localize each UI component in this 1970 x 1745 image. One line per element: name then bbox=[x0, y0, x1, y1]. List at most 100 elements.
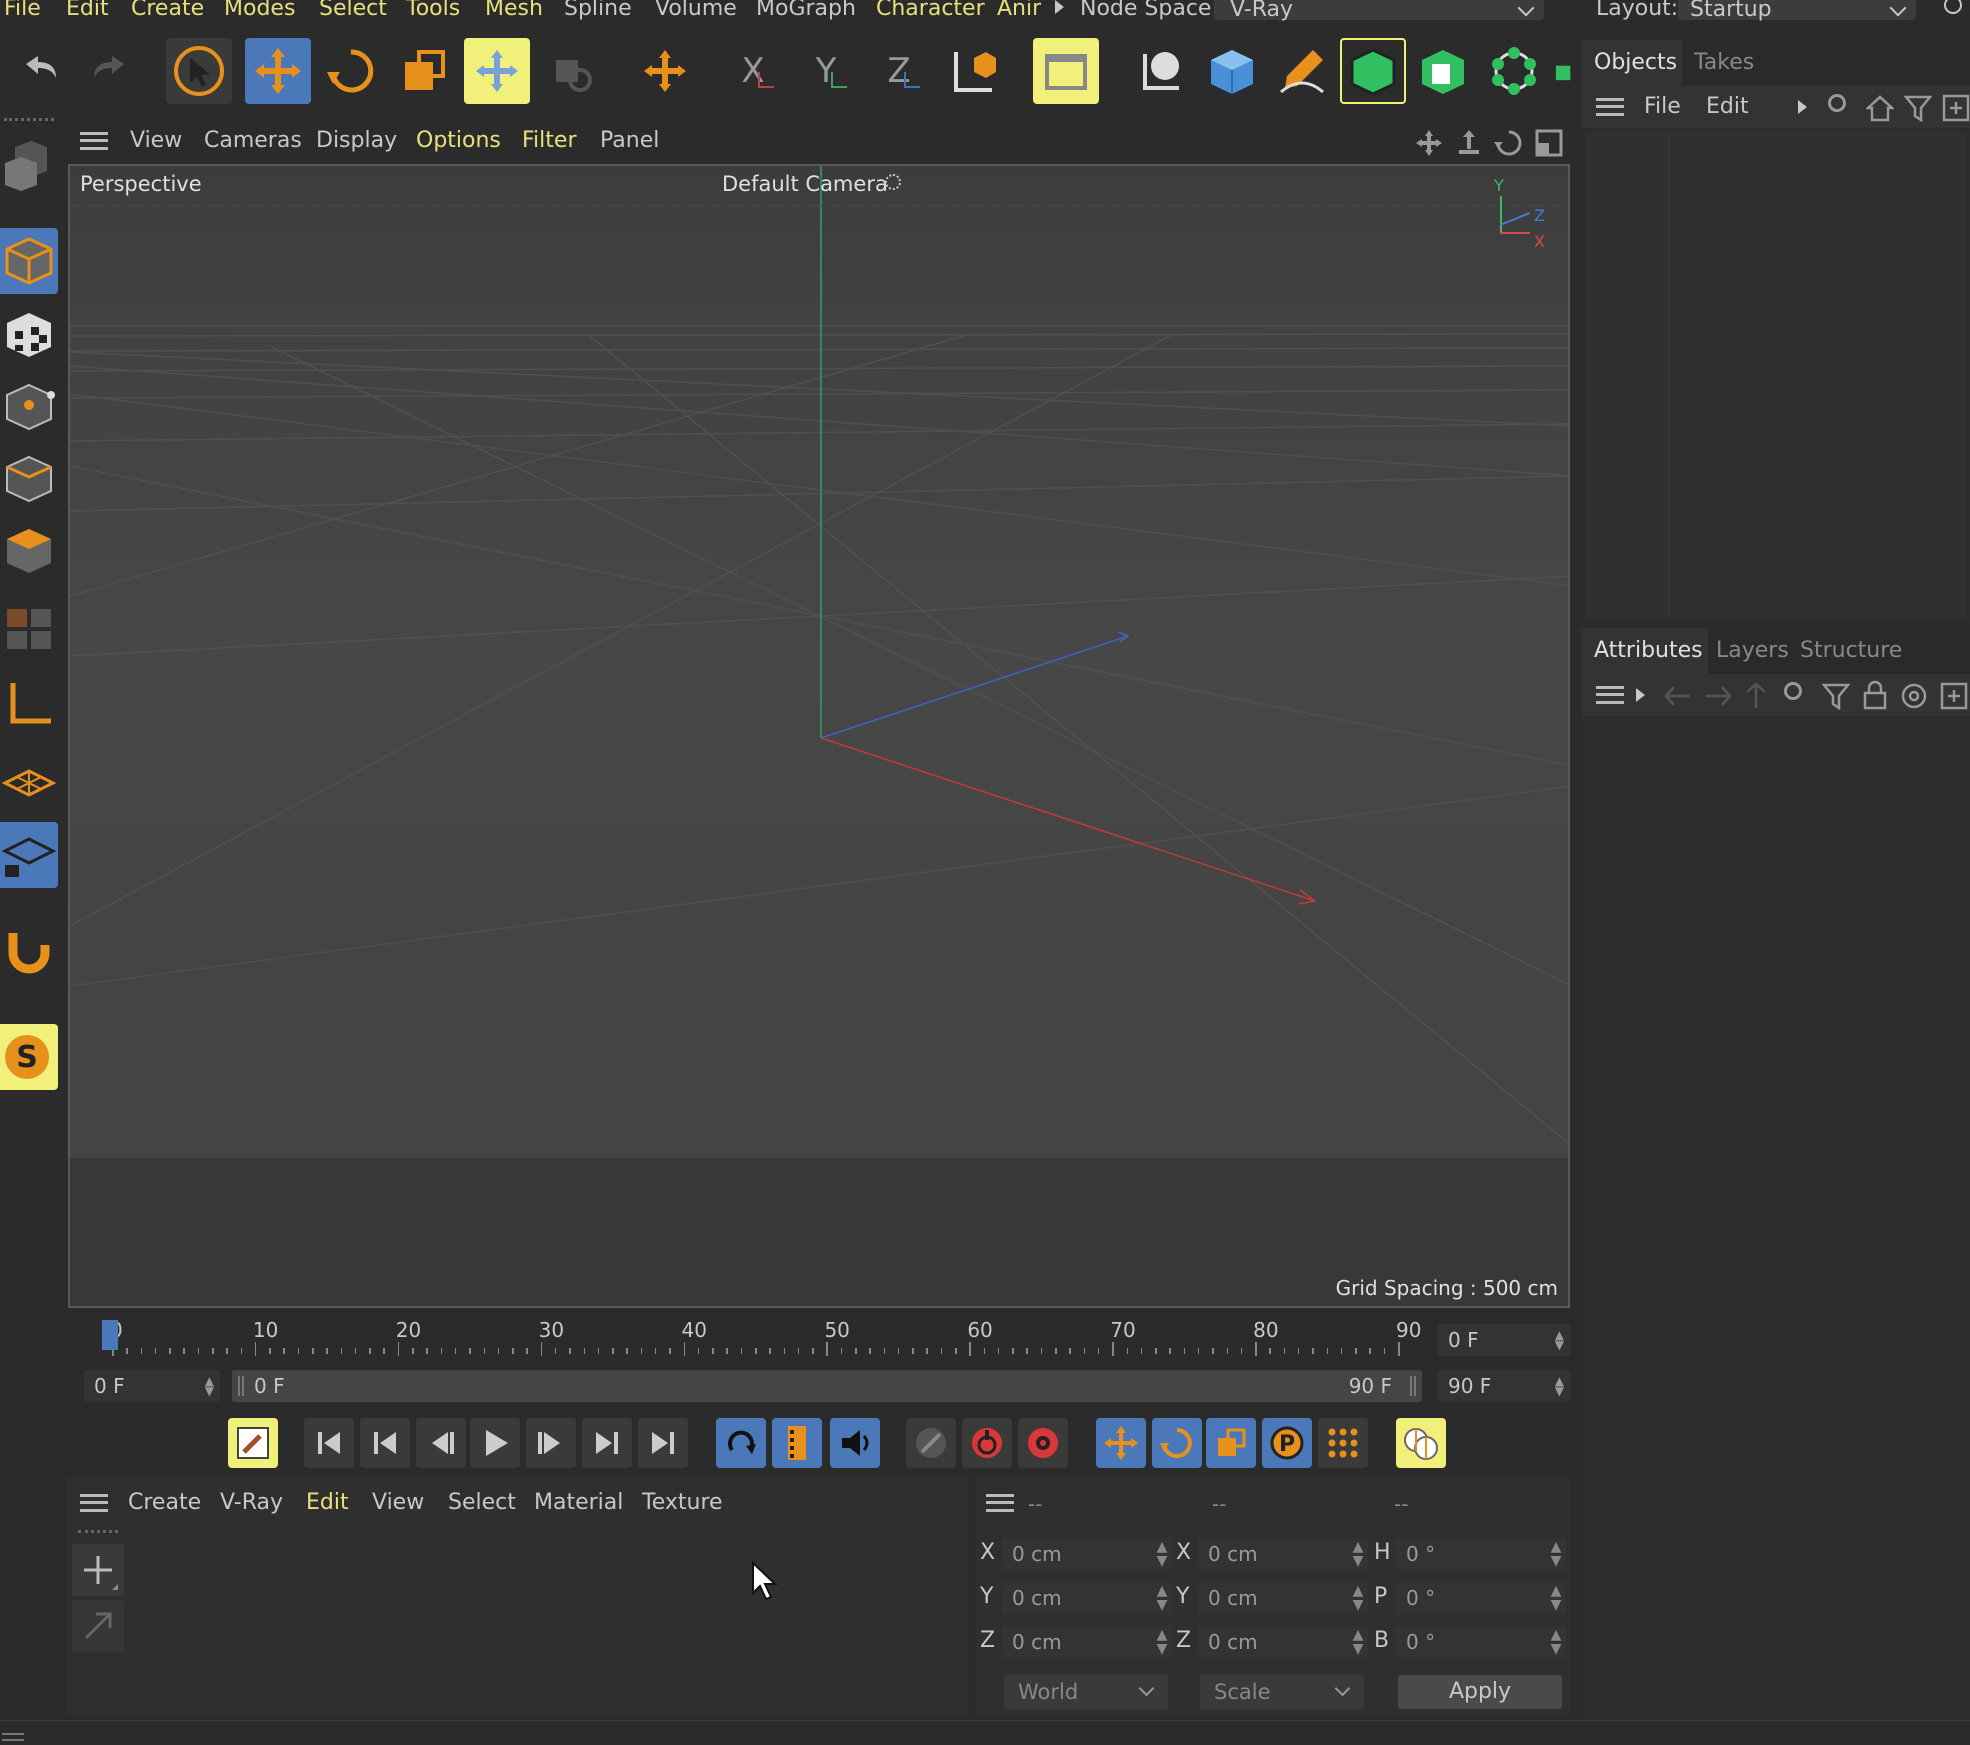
scheme-button[interactable] bbox=[1396, 1418, 1446, 1468]
material-grip[interactable] bbox=[78, 1530, 118, 1536]
new-window-icon[interactable] bbox=[1940, 682, 1968, 710]
filter-icon[interactable] bbox=[1822, 682, 1850, 710]
menu-spline[interactable]: Spline bbox=[564, 0, 632, 20]
material-menu-material[interactable]: Material bbox=[534, 1490, 623, 1516]
viewport-menu-display[interactable]: Display bbox=[316, 128, 397, 154]
transform-tool-button[interactable] bbox=[464, 38, 530, 104]
coordinate-space-dropdown[interactable]: World bbox=[1004, 1675, 1168, 1709]
tab-attributes[interactable]: Attributes bbox=[1582, 628, 1708, 674]
menu-edit[interactable]: Edit bbox=[66, 0, 109, 20]
render-view-button[interactable] bbox=[1033, 38, 1099, 104]
material-menu-texture[interactable]: Texture bbox=[642, 1490, 723, 1516]
next-frame-button[interactable] bbox=[526, 1418, 576, 1468]
spin-arrows-icon[interactable]: ▲ ▼ bbox=[1550, 1628, 1562, 1656]
menu-select[interactable]: Select bbox=[319, 0, 387, 20]
vray-script-button[interactable]: S bbox=[0, 1024, 58, 1090]
live-selection-button[interactable] bbox=[166, 38, 232, 104]
material-menu-create[interactable]: Create bbox=[128, 1490, 201, 1516]
spin-arrows-icon[interactable]: ▲ ▼ bbox=[1550, 1584, 1562, 1612]
node-space-dropdown[interactable]: V-Ray bbox=[1214, 0, 1544, 22]
objects-menu-file[interactable]: File bbox=[1644, 94, 1681, 120]
back-arrow-icon[interactable] bbox=[1662, 682, 1694, 710]
polygons-mode-button[interactable] bbox=[0, 518, 58, 584]
next-key-button[interactable] bbox=[582, 1418, 632, 1468]
snap-button[interactable] bbox=[0, 918, 58, 984]
size-field[interactable]: 0 cm ▲ ▼ bbox=[1198, 1538, 1368, 1570]
rotate-view-icon[interactable] bbox=[1494, 128, 1524, 158]
material-menu-vray[interactable]: V-Ray bbox=[220, 1490, 283, 1516]
pen-tool-button[interactable] bbox=[1269, 38, 1335, 104]
menu-mograph[interactable]: MoGraph bbox=[756, 0, 856, 20]
timeline-editor-button[interactable] bbox=[228, 1418, 278, 1468]
menu-tools[interactable]: Tools bbox=[406, 0, 460, 20]
menu-file[interactable]: File bbox=[4, 0, 41, 20]
uv-mode-button[interactable] bbox=[0, 594, 58, 660]
menu-character[interactable]: Character bbox=[876, 0, 985, 20]
tab-structure[interactable]: Structure bbox=[1800, 638, 1902, 664]
pan-view-icon[interactable] bbox=[1414, 128, 1444, 158]
autokey-button[interactable] bbox=[1018, 1418, 1068, 1468]
spin-arrows-icon[interactable]: ▲ ▼ bbox=[1550, 1540, 1562, 1568]
lock-x-axis-button[interactable]: X bbox=[720, 38, 786, 104]
spin-arrows-icon[interactable]: ▲ ▼ bbox=[1156, 1540, 1168, 1568]
position-field[interactable]: 0 cm ▲ ▼ bbox=[1002, 1626, 1172, 1658]
loop-button[interactable] bbox=[716, 1418, 766, 1468]
redo-button[interactable] bbox=[78, 38, 144, 104]
rotate-tool-button[interactable] bbox=[318, 38, 384, 104]
model-mode-button[interactable] bbox=[0, 228, 58, 294]
position-field[interactable]: 0 cm ▲ ▼ bbox=[1002, 1538, 1172, 1570]
spin-arrows-icon[interactable]: ▲ ▼ bbox=[1555, 1375, 1564, 1397]
viewport-view-name[interactable]: Perspective bbox=[80, 172, 202, 196]
key-parameter-button[interactable]: P bbox=[1262, 1418, 1312, 1468]
preview-range-button[interactable] bbox=[772, 1418, 822, 1468]
material-menu-edit[interactable]: Edit bbox=[306, 1490, 349, 1516]
spin-arrows-icon[interactable]: ▲ ▼ bbox=[205, 1375, 214, 1397]
key-rotation-button[interactable] bbox=[1152, 1418, 1202, 1468]
spin-arrows-icon[interactable]: ▲ ▼ bbox=[1555, 1329, 1564, 1351]
workplane-button[interactable] bbox=[0, 750, 58, 816]
home-icon[interactable] bbox=[1866, 94, 1894, 122]
spin-arrows-icon[interactable]: ▲ ▼ bbox=[1352, 1584, 1364, 1612]
locked-workplane-button[interactable] bbox=[0, 822, 58, 888]
points-mode-button[interactable] bbox=[0, 374, 58, 440]
coordinate-mode-dropdown[interactable]: Scale bbox=[1200, 1675, 1364, 1709]
tab-layers[interactable]: Layers bbox=[1716, 638, 1789, 664]
new-window-icon[interactable] bbox=[1942, 94, 1970, 122]
drag-grip[interactable] bbox=[4, 118, 54, 124]
motion-record-button[interactable] bbox=[906, 1418, 956, 1468]
objects-menu-edit[interactable]: Edit bbox=[1706, 94, 1749, 120]
subdivision-surface-button[interactable] bbox=[1340, 38, 1406, 104]
apply-button[interactable]: Apply bbox=[1398, 1675, 1562, 1709]
sound-button[interactable] bbox=[830, 1418, 880, 1468]
viewport-menu-options[interactable]: Options bbox=[416, 128, 501, 154]
objects-list-area[interactable] bbox=[1586, 132, 1966, 618]
go-to-end-button[interactable] bbox=[638, 1418, 688, 1468]
spin-arrows-icon[interactable]: ▲ ▼ bbox=[1352, 1540, 1364, 1568]
viewport-menu-view[interactable]: View bbox=[130, 128, 182, 154]
menu-overflow-arrow-icon[interactable] bbox=[1055, 0, 1064, 14]
rotation-field[interactable]: 0 ° ▲ ▼ bbox=[1396, 1626, 1566, 1658]
search-icon[interactable] bbox=[1784, 682, 1802, 700]
search-icon[interactable] bbox=[1944, 0, 1962, 14]
up-arrow-icon[interactable] bbox=[1742, 680, 1770, 710]
key-position-button[interactable] bbox=[1096, 1418, 1146, 1468]
search-icon[interactable] bbox=[1828, 94, 1846, 112]
record-active-button[interactable] bbox=[962, 1418, 1012, 1468]
status-grip-icon[interactable] bbox=[2, 1733, 24, 1741]
current-frame-field[interactable]: 0 F ▲ ▼ bbox=[1438, 1324, 1570, 1356]
extrude-button[interactable] bbox=[1410, 38, 1476, 104]
axis-mode-button[interactable] bbox=[0, 672, 58, 738]
texture-mode-button[interactable] bbox=[0, 302, 58, 368]
menu-modes[interactable]: Modes bbox=[224, 0, 295, 20]
viewport-camera-name[interactable]: Default Camera bbox=[722, 172, 888, 196]
coordinate-system-button[interactable] bbox=[632, 38, 698, 104]
end-frame-field[interactable]: 90 F ▲ ▼ bbox=[1438, 1370, 1570, 1402]
viewport-menu-panel[interactable]: Panel bbox=[600, 128, 659, 154]
material-menu-select[interactable]: Select bbox=[448, 1490, 516, 1516]
maximize-view-icon[interactable] bbox=[1534, 128, 1564, 158]
menu-volume[interactable]: Volume bbox=[655, 0, 737, 20]
viewport-menu-filter[interactable]: Filter bbox=[522, 128, 576, 154]
rotation-field[interactable]: 0 ° ▲ ▼ bbox=[1396, 1538, 1566, 1570]
range-end-handle[interactable] bbox=[1410, 1376, 1416, 1396]
cube-primitive-button[interactable] bbox=[1199, 38, 1265, 104]
